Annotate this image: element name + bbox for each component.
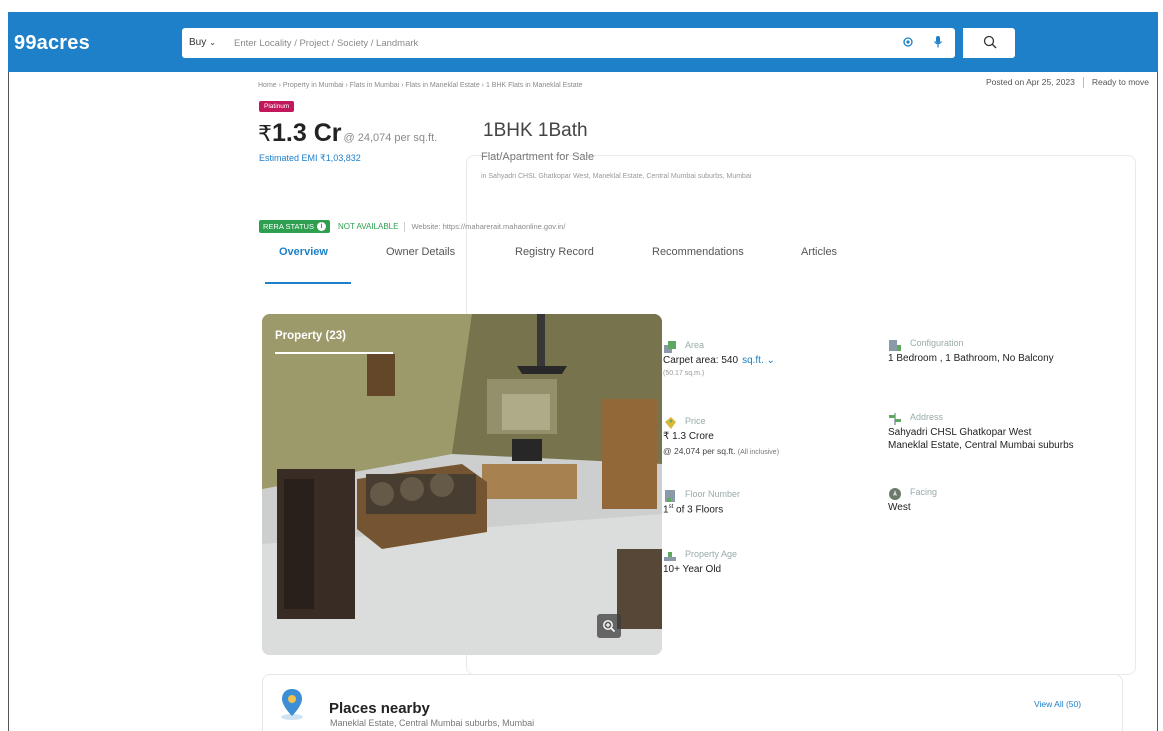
floor-icon — [665, 490, 675, 502]
zoom-button[interactable] — [597, 614, 621, 638]
carpet-area: Carpet area: 540 — [663, 355, 739, 366]
property-age-label: Property Age — [685, 549, 738, 559]
property-type: Flat/Apartment for Sale — [481, 151, 595, 163]
configuration-label: Configuration — [910, 338, 964, 348]
posted-date: Posted on Apr 25, 2023 — [985, 77, 1075, 87]
price-detail-value: ₹ 1.3 Crore — [663, 431, 714, 442]
price-per-sqft: @ 24,074 per sq.ft. — [343, 132, 438, 144]
platinum-badge: Platinum — [259, 101, 295, 112]
address-line2: Maneklal Estate, Central Mumbai suburbs — [888, 440, 1074, 451]
property-age-icon — [664, 552, 676, 561]
floor-ordinal: st — [668, 504, 674, 510]
currency-symbol: ₹ — [258, 121, 272, 146]
facing-value: West — [888, 502, 911, 513]
property-photo[interactable]: Property (23) — [262, 314, 662, 655]
configuration-value: 1 Bedroom , 1 Bathroom, No Balcony — [888, 353, 1054, 364]
area-icon — [664, 341, 676, 353]
divider — [1082, 77, 1084, 89]
tab-recommendations[interactable]: Recommendations — [652, 246, 744, 258]
posted-info: Posted on Apr 25, 2023 Ready to move — [985, 77, 1149, 89]
map-pin-icon — [281, 689, 303, 720]
area-sqm: (50.17 sq.m.) — [663, 370, 705, 377]
floor-value: 1st of 3 Floors — [663, 504, 723, 515]
area-unit: sq.ft. — [742, 355, 764, 366]
property-address: in Sahyadri CHSL Ghatkopar West, Manekla… — [481, 173, 752, 180]
zoom-icon — [603, 620, 616, 633]
price-icon — [665, 417, 676, 429]
price-label: Price — [685, 416, 706, 426]
configuration-title: 1BHK 1Bath — [483, 120, 588, 141]
address-line1: Sahyadri CHSL Ghatkopar West — [888, 427, 1032, 438]
photo-title-underline — [275, 352, 393, 354]
photo-count-title: Property (23) — [275, 330, 346, 342]
area-value: Carpet area: 540 sq.ft. ⌄ — [663, 355, 775, 366]
places-nearby-card: Places nearby Maneklal Estate, Central M… — [262, 674, 1123, 731]
facing-icon — [889, 488, 901, 500]
ready-status: Ready to move — [1091, 77, 1149, 87]
divider — [404, 221, 406, 232]
top-navigation-bar: 99acres Buy ⌄ — [8, 12, 1158, 72]
estimated-emi-link[interactable]: Estimated EMI ₹1,03,832 — [259, 153, 361, 164]
price-detail-sub: @ 24,074 per sq.ft. (All inclusive) — [663, 446, 779, 456]
buy-dropdown[interactable]: Buy ⌄ — [189, 37, 216, 48]
places-nearby-subtitle: Maneklal Estate, Central Mumbai suburbs,… — [330, 718, 535, 728]
places-nearby-title: Places nearby — [329, 700, 430, 717]
rera-row: RERA STATUS i NOT AVAILABLE Website: http… — [259, 220, 565, 233]
page-edge-right — [1157, 72, 1158, 731]
floor-label: Floor Number — [685, 489, 741, 499]
search-input[interactable] — [234, 35, 874, 51]
microphone-icon[interactable] — [932, 35, 944, 49]
area-unit-dropdown[interactable]: sq.ft. ⌄ — [742, 355, 775, 366]
search-button[interactable] — [963, 28, 1015, 58]
all-inclusive-note: (All inclusive) — [737, 449, 780, 456]
rera-status-badge[interactable]: RERA STATUS i — [259, 220, 330, 233]
tab-articles[interactable]: Articles — [801, 246, 837, 258]
chevron-down-icon: ⌄ — [209, 38, 216, 47]
page-edge-left — [8, 72, 9, 731]
search-icon — [983, 35, 997, 49]
address-label: Address — [910, 412, 944, 422]
site-logo[interactable]: 99acres — [14, 32, 90, 55]
chevron-down-icon: ⌄ — [766, 355, 775, 366]
price-amount: 1.3 Cr — [272, 119, 342, 147]
area-label: Area — [685, 340, 705, 350]
living-room-image — [262, 314, 662, 655]
facing-label: Facing — [910, 487, 938, 497]
price-per-sqft-detail: @ 24,074 per sq.ft. — [663, 446, 736, 456]
floor-total: of 3 Floors — [676, 504, 724, 516]
price-block: ₹1.3 Cr @ 24,074 per sq.ft. — [258, 119, 437, 148]
rera-label: RERA STATUS — [263, 222, 314, 231]
location-target-icon[interactable] — [902, 36, 914, 48]
search-box: Buy ⌄ — [182, 28, 955, 58]
property-age-value: 10+ Year Old — [663, 564, 722, 575]
buy-label: Buy — [189, 37, 207, 48]
view-all-link[interactable]: View All (50) — [1034, 699, 1081, 709]
info-icon[interactable]: i — [316, 222, 326, 231]
tab-owner-details[interactable]: Owner Details — [386, 246, 455, 258]
price-value: ₹1.3 Cr — [258, 119, 341, 147]
active-tab-indicator — [265, 282, 351, 284]
address-icon — [889, 413, 901, 425]
rera-website[interactable]: Website: https://maharerait.mahaonline.g… — [411, 222, 565, 231]
tab-registry-record[interactable]: Registry Record — [515, 246, 594, 258]
configuration-icon — [889, 340, 901, 351]
tab-overview[interactable]: Overview — [279, 246, 328, 258]
breadcrumb[interactable]: Home › Property in Mumbai › Flats in Mum… — [258, 82, 582, 89]
rera-not-available: NOT AVAILABLE — [337, 222, 399, 231]
